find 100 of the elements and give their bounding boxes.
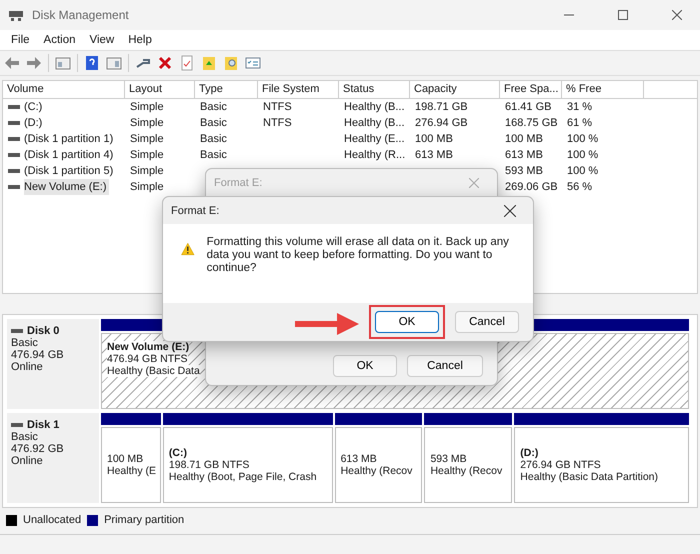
table-cell-text: 56 % <box>567 180 592 195</box>
disk-type: Basic <box>11 431 39 443</box>
table-cell[interactable]: (C:) <box>24 99 44 115</box>
table-cell-text: 276.94 GB <box>415 116 468 131</box>
table-cell-text: 593 MB <box>505 164 543 179</box>
legend-label: Unallocated <box>23 514 82 526</box>
disk-state: Online <box>11 361 44 373</box>
drive-icon <box>11 422 23 428</box>
table-cell[interactable]: New Volume (E:) <box>24 179 109 195</box>
table-cell-text: Basic <box>200 100 227 115</box>
checklist-icon[interactable] <box>179 55 195 71</box>
drive-icon <box>8 104 20 110</box>
table-cell-text: Healthy (B... <box>344 100 405 115</box>
folder-up-icon[interactable] <box>201 55 217 71</box>
table-cell-text: Healthy (E... <box>344 132 405 147</box>
table-cell-text: Basic <box>200 116 227 131</box>
table-cell[interactable]: (Disk 1 partition 4) <box>24 147 116 163</box>
cancel-button[interactable]: Cancel <box>407 355 483 377</box>
drive-icon <box>8 136 20 142</box>
table-cell[interactable]: (Disk 1 partition 5) <box>24 163 116 179</box>
ok-button[interactable]: OK <box>375 311 439 333</box>
disk-state: Online <box>11 455 44 467</box>
menu-item[interactable]: Action <box>36 34 82 46</box>
disk-info-panel[interactable]: Disk 1 Basic 476.92 GB Online <box>7 413 99 503</box>
dialog-title: Format E: <box>214 176 264 188</box>
close-icon <box>504 204 516 216</box>
disk-size: 476.94 GB <box>11 349 65 361</box>
table-cell-text: 61.41 GB <box>505 100 552 115</box>
table-cell-text: 198.71 GB <box>415 100 468 115</box>
close-icon <box>672 10 682 20</box>
cancel-button[interactable]: Cancel <box>455 311 519 333</box>
partition-status: Healthy (Basic Data Partition) <box>520 471 658 483</box>
column-header[interactable]: File System <box>258 81 339 98</box>
table-cell-text: Simple <box>130 148 164 163</box>
table-cell[interactable]: (D:) <box>24 115 44 131</box>
drive-icon <box>8 168 20 174</box>
column-header[interactable]: Capacity <box>410 81 500 98</box>
table-cell-text: 613 MB <box>505 148 543 163</box>
table-cell-text: 100 % <box>567 164 598 179</box>
table-cell-text: 613 MB <box>415 148 453 163</box>
table-cell-text: Simple <box>130 132 164 147</box>
partition-bar <box>101 413 161 425</box>
table-cell-text: Healthy (B... <box>344 116 405 131</box>
table-cell-text: Healthy (R... <box>344 148 406 163</box>
drive-icon <box>8 184 20 190</box>
disk-info-panel[interactable]: Disk 0 Basic 476.94 GB Online <box>7 319 99 409</box>
drive-icon <box>11 328 23 334</box>
table-cell-text: 168.75 GB <box>505 116 558 131</box>
partition-size: 198.71 GB NTFS <box>168 459 250 471</box>
delete-icon[interactable] <box>157 55 173 71</box>
partition-block[interactable]: 593 MB Healthy (Recov <box>424 427 512 503</box>
table-cell[interactable]: (Disk 1 partition 1) <box>24 131 116 147</box>
partition-block[interactable]: 100 MB Healthy (E <box>101 427 161 503</box>
maximize-icon <box>618 10 628 20</box>
folder-search-icon[interactable] <box>223 55 239 71</box>
column-header[interactable]: Free Spa... <box>500 81 562 98</box>
panel-icon[interactable] <box>55 55 71 71</box>
partition-block[interactable]: (D:) 276.94 GB NTFS Healthy (Basic Data Partition) <box>514 427 689 503</box>
window-title: Disk Management <box>32 8 130 22</box>
column-header[interactable]: % Free <box>562 81 644 98</box>
partition-block[interactable]: 613 MB Healthy (Recov <box>334 427 422 503</box>
back-arrow-icon[interactable] <box>4 55 20 71</box>
table-cell-text: Simple <box>130 164 164 179</box>
partition-size: 476.94 GB NTFS <box>107 353 188 365</box>
partition-block[interactable]: (C:) 198.71 GB NTFS Healthy (Boot, Page File, Crash <box>162 427 333 503</box>
table-cell-text: 100 % <box>567 132 598 147</box>
column-header[interactable]: Status <box>339 81 410 98</box>
table-cell-text: Simple <box>130 180 164 195</box>
table-cell-text: Simple <box>130 116 164 131</box>
column-header[interactable]: Volume <box>3 81 125 98</box>
partition-status: Healthy (Recov <box>430 465 502 477</box>
ok-button[interactable]: OK <box>333 355 397 377</box>
help-icon[interactable] <box>84 55 100 71</box>
partition-size: 593 MB <box>430 453 467 465</box>
partition-status: Healthy (Boot, Page File, Crash <box>168 471 317 483</box>
partition-size: 613 MB <box>340 453 377 465</box>
disk-name: Disk 1 <box>27 419 60 431</box>
panel-icon[interactable] <box>106 55 122 71</box>
table-cell-text: 31 % <box>567 100 592 115</box>
partition-label: (C:) <box>168 447 187 459</box>
menu-item[interactable]: File <box>4 34 37 46</box>
table-cell-text: NTFS <box>263 100 292 115</box>
column-header[interactable]: Type <box>195 81 258 98</box>
disk-name: Disk 0 <box>27 325 60 337</box>
properties-icon[interactable] <box>245 55 261 71</box>
table-cell-text: Simple <box>130 100 164 115</box>
menu-item[interactable]: Help <box>121 34 159 46</box>
partition-status: Healthy (E <box>107 465 156 477</box>
forward-arrow-icon[interactable] <box>26 55 42 71</box>
table-cell-text: 100 % <box>567 148 598 163</box>
partition-status: Healthy (Basic Data <box>107 365 200 377</box>
partition-label: (D:) <box>520 447 538 459</box>
column-header[interactable]: Layout <box>125 81 195 98</box>
dialog-title: Format E: <box>171 204 220 216</box>
table-cell-text: 61 % <box>567 116 592 131</box>
disk-type: Basic <box>11 337 39 349</box>
menu-item[interactable]: View <box>82 34 122 46</box>
table-cell-text: 100 MB <box>415 132 453 147</box>
dialog-message: Formatting this volume will erase all data on it. Back up any data you want to keep before formatting. Do you want to continue? <box>206 236 510 275</box>
partition-size: 276.94 GB NTFS <box>520 459 601 471</box>
